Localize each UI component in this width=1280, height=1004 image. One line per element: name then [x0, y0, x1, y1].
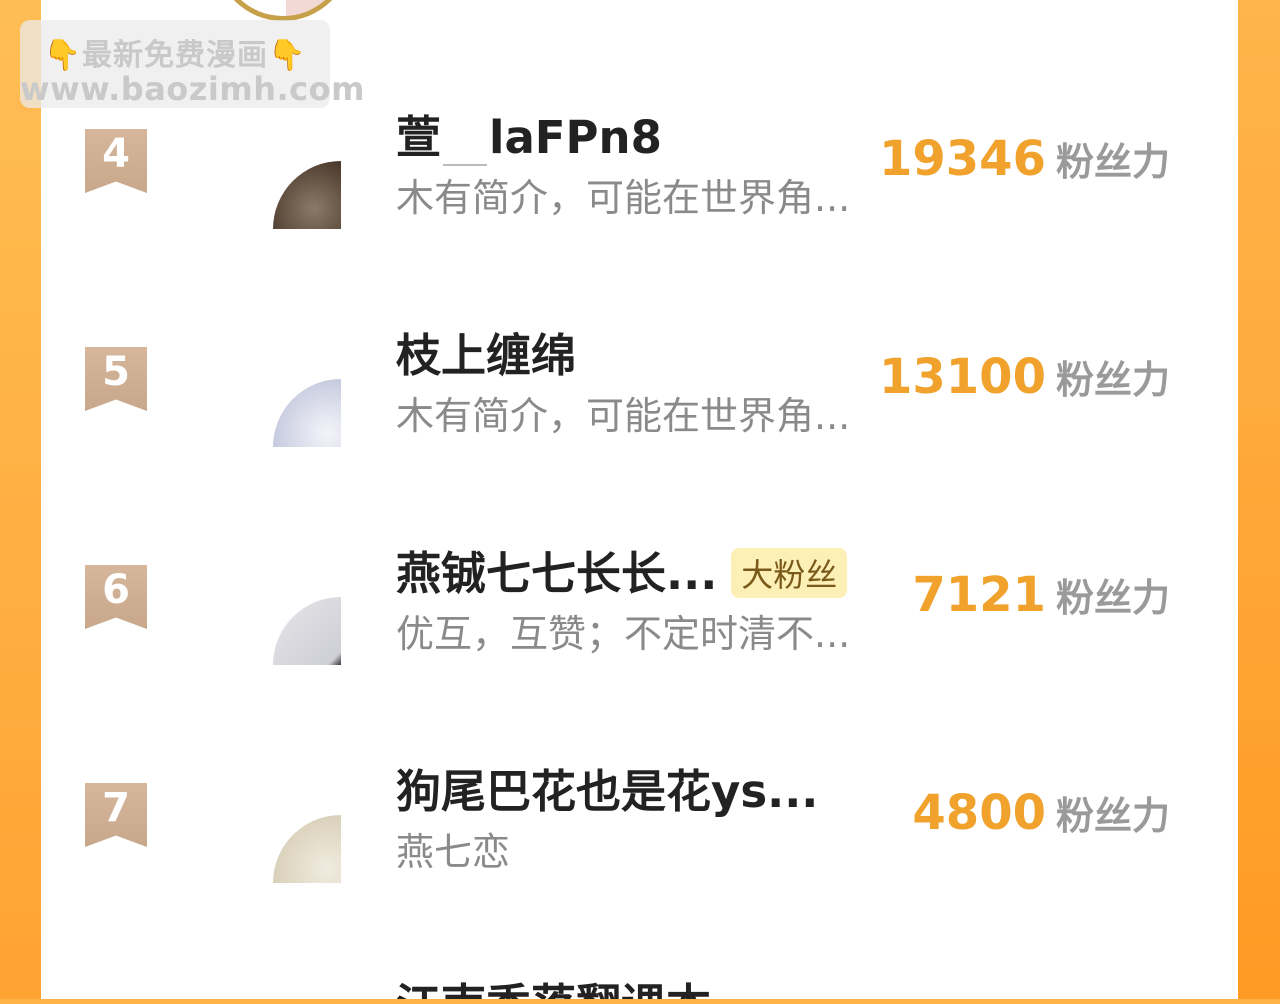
avatar[interactable] [273, 379, 341, 447]
watermark-url: www.baozimh.com [20, 70, 365, 108]
fan-power-value: 4800 [912, 785, 1046, 841]
fan-power-label: 粉丝力 [1055, 140, 1170, 184]
user-name[interactable]: 狗尾巴花也是花ys... [396, 755, 818, 820]
avatar[interactable] [273, 161, 341, 229]
big-fan-badge: 大粉丝 [731, 548, 848, 598]
fan-power: 13100 粉丝力 [879, 349, 1170, 405]
avatar[interactable] [273, 597, 341, 665]
fan-power-value: 13100 [878, 349, 1046, 405]
right-border [1238, 0, 1280, 999]
fan-power: 4800 粉丝力 [912, 785, 1170, 841]
pointing-down-icon: 👇 [268, 38, 307, 73]
user-description: 优互，互赞；不定时清不... [396, 612, 851, 656]
fan-power-value: 19346 [878, 131, 1046, 187]
list-item[interactable]: 6 燕铖七七长长... 大粉丝 优互，互赞；不定时清不... 7121 粉丝力 [41, 547, 1238, 786]
list-item[interactable]: 7 狗尾巴花也是花ys... 燕七恋 4800 粉丝力 [41, 765, 1238, 1004]
list-item[interactable]: 5 枝上缠绵 木有简介，可能在世界角... 13100 粉丝力 [41, 329, 1238, 568]
fan-power: 19346 粉丝力 [879, 131, 1170, 187]
list-item[interactable]: 4 萱 laFPn8 木有简介，可能在世界角... 19346 粉丝力 [41, 111, 1238, 350]
fan-power-value: 7121 [912, 567, 1046, 623]
pointing-down-icon: 👇 [43, 38, 82, 73]
user-name[interactable]: 萱 laFPn8 [396, 101, 662, 166]
fan-power: 7121 粉丝力 [912, 567, 1170, 623]
rank-badge: 6 [85, 565, 147, 629]
user-description: 木有简介，可能在世界角... [396, 176, 851, 220]
user-description: 木有简介，可能在世界角... [396, 394, 851, 438]
watermark: 👇最新免费漫画👇 www.baozimh.com [20, 20, 365, 108]
fan-power-label: 粉丝力 [1055, 358, 1170, 402]
left-border [0, 0, 41, 999]
watermark-title: 👇最新免费漫画👇 [43, 38, 307, 73]
fan-power-label: 粉丝力 [1055, 794, 1170, 838]
rank-badge: 5 [85, 347, 147, 411]
avatar[interactable] [273, 815, 341, 883]
user-name[interactable]: 枝上缠绵 [396, 319, 576, 384]
rank-badge: 7 [85, 783, 147, 847]
next-user-name-partial[interactable]: 江南秀落翻课本 [396, 975, 711, 999]
fan-power-label: 粉丝力 [1055, 576, 1170, 620]
user-name[interactable]: 燕铖七七长长... 大粉丝 [396, 537, 848, 602]
rank-badge: 4 [85, 129, 147, 193]
user-description: 燕七恋 [396, 830, 511, 874]
